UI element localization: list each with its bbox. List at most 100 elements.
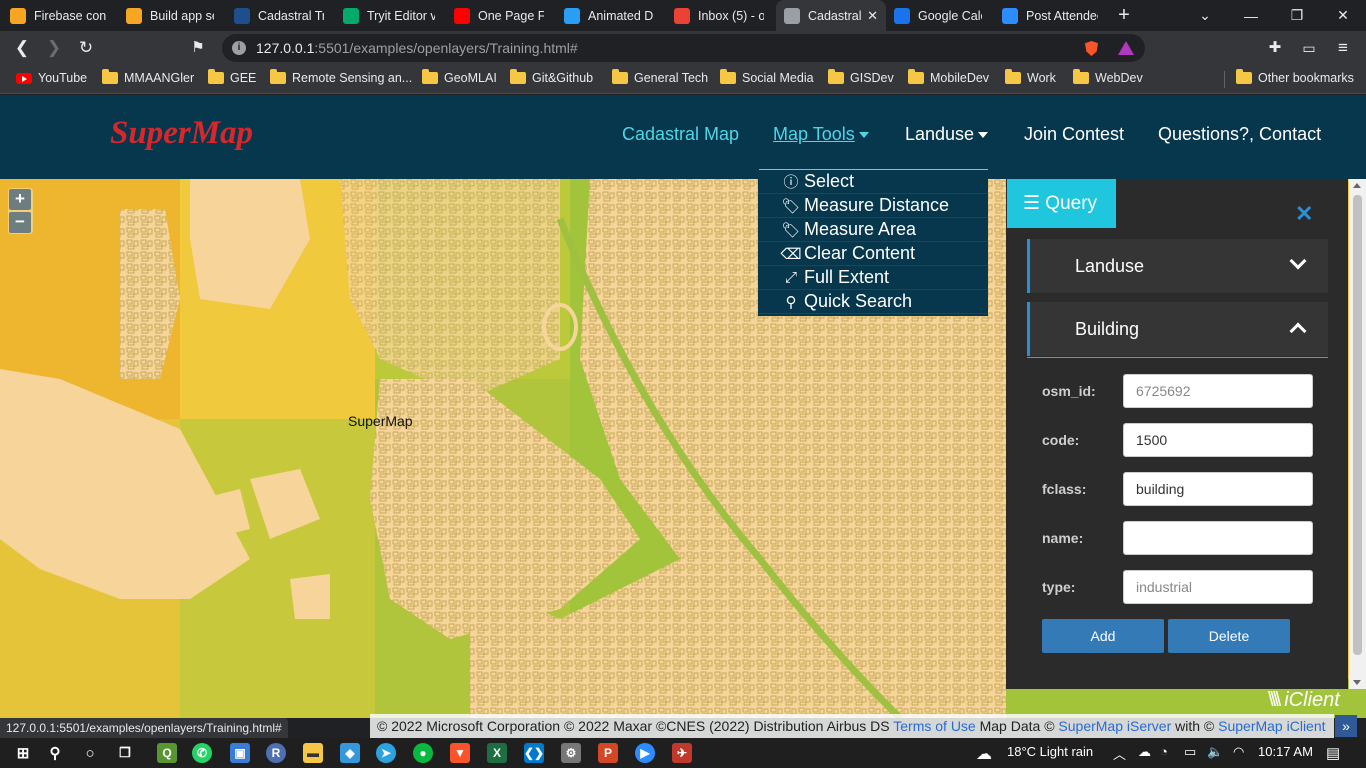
browser-tab[interactable]: One Page Full xyxy=(446,0,552,31)
bookmark-item[interactable]: Remote Sensing an... xyxy=(270,69,412,85)
qgis-icon[interactable]: Q xyxy=(157,743,177,763)
bookmark-item[interactable]: YouTube xyxy=(16,71,87,85)
network-icon[interactable]: ◔ xyxy=(1160,744,1168,759)
bookmark-item[interactable]: Git&Github xyxy=(510,69,593,85)
extensions-icon[interactable]: ✚ xyxy=(1263,36,1287,60)
chevron-down-icon[interactable]: ⌄ xyxy=(1182,0,1228,31)
browser-tab[interactable]: Animated Dro xyxy=(556,0,662,31)
weather-text[interactable]: 18°C Light rain xyxy=(1007,744,1093,759)
windows-start-icon[interactable]: ⊞ xyxy=(13,743,33,763)
type-field[interactable] xyxy=(1123,570,1313,604)
wechat-icon[interactable]: ● xyxy=(413,743,433,763)
browser-tab[interactable]: Cadastral Trai xyxy=(226,0,332,31)
browser-tab[interactable]: Build app serv xyxy=(118,0,222,31)
minimize-icon[interactable]: — xyxy=(1228,0,1274,31)
tray-up-icon[interactable]: ︿ xyxy=(1113,744,1126,763)
rstudio-icon[interactable]: R xyxy=(266,743,286,763)
bookmark-item[interactable]: WebDev xyxy=(1073,69,1143,85)
file-explorer-icon[interactable]: ▬ xyxy=(303,743,323,763)
new-tab-button[interactable]: + xyxy=(1113,4,1135,26)
code-field[interactable] xyxy=(1123,423,1313,457)
menu-icon[interactable]: ≡ xyxy=(1331,36,1355,60)
accordion-landuse[interactable]: Landuse xyxy=(1027,239,1328,293)
query-tab[interactable]: ☰ Query xyxy=(1007,179,1116,228)
browser-tab[interactable]: Cadastral ✕ xyxy=(776,0,886,31)
bookmark-item[interactable]: MMAANGler xyxy=(102,69,194,85)
brave-browser-icon[interactable]: ▼ xyxy=(450,743,470,763)
scroll-thumb[interactable] xyxy=(1353,195,1362,655)
nav-map-tools[interactable]: Map Tools xyxy=(773,124,869,145)
telegram-icon[interactable]: ➤ xyxy=(376,743,396,763)
zoom-out-button[interactable]: − xyxy=(9,212,31,233)
browser-tab[interactable]: Post Attendee xyxy=(994,0,1106,31)
zoom-in-button[interactable]: + xyxy=(9,189,31,210)
osm-id-field[interactable] xyxy=(1123,374,1313,408)
nav-landuse[interactable]: Landuse xyxy=(905,124,989,145)
forward-icon[interactable]: ❯ xyxy=(42,36,66,60)
whatsapp-icon[interactable]: ✆ xyxy=(192,743,212,763)
delete-button[interactable]: Delete xyxy=(1168,619,1290,653)
excel-icon[interactable]: X xyxy=(487,743,507,763)
nav-questions-contact[interactable]: Questions?, Contact xyxy=(1158,124,1321,145)
close-icon[interactable]: ✕ xyxy=(1295,201,1313,227)
weather-icon[interactable]: ☁ xyxy=(976,744,992,764)
zoom-app-icon[interactable]: ▶ xyxy=(635,743,655,763)
brave-shield-icon[interactable] xyxy=(1085,41,1098,56)
brave-rewards-icon[interactable] xyxy=(1118,41,1134,55)
browser-tab[interactable]: Google Calen xyxy=(886,0,990,31)
other-bookmarks[interactable]: Other bookmarks xyxy=(1236,69,1354,85)
menu-item-clear-content[interactable]: ⌫ Clear Content xyxy=(758,242,988,266)
search-icon[interactable]: ⚲ xyxy=(45,743,65,763)
browser-tab[interactable]: Inbox (5) - ok xyxy=(666,0,772,31)
name-field[interactable] xyxy=(1123,521,1313,555)
fclass-field[interactable] xyxy=(1123,472,1313,506)
site-info-icon[interactable]: i xyxy=(232,41,246,55)
app-icon[interactable]: ◆ xyxy=(340,743,360,763)
wallet-icon[interactable]: ▭ xyxy=(1297,36,1321,60)
bookmark-item[interactable]: GeoMLAI xyxy=(422,69,497,85)
browser-tab[interactable]: Tryit Editor v3 xyxy=(335,0,443,31)
address-bar[interactable]: i 127.0.0.1:5501/examples/openlayers/Tra… xyxy=(222,34,1145,62)
scroll-up-icon[interactable] xyxy=(1353,183,1361,188)
volume-icon[interactable]: 🔈 xyxy=(1207,744,1223,760)
reload-icon[interactable]: ↻ xyxy=(74,36,98,60)
cortana-icon[interactable]: ○ xyxy=(80,743,100,763)
iserver-link[interactable]: SuperMap iServer xyxy=(1058,718,1171,734)
task-view-icon[interactable]: ❐ xyxy=(115,743,135,763)
menu-item-quick-search[interactable]: ⚲ Quick Search xyxy=(758,290,988,314)
menu-item-select[interactable]: ⓘ Select xyxy=(758,170,988,194)
nav-cadastral-map[interactable]: Cadastral Map xyxy=(622,124,739,145)
close-tab-icon[interactable]: ✕ xyxy=(867,8,878,24)
notifications-icon[interactable]: ▤ xyxy=(1326,744,1340,762)
vscode-icon[interactable]: ❮❯ xyxy=(524,743,544,763)
bookmark-page-icon[interactable]: ⚑ xyxy=(186,36,210,60)
bookmark-item[interactable]: MobileDev xyxy=(908,69,989,85)
battery-icon[interactable]: ▭ xyxy=(1184,744,1196,760)
scroll-down-icon[interactable] xyxy=(1353,680,1361,685)
desktop-app-icon[interactable]: ▣ xyxy=(230,743,250,763)
restore-icon[interactable]: ❐ xyxy=(1274,0,1320,31)
app-icon-2[interactable]: ⚙ xyxy=(561,743,581,763)
bookmark-item[interactable]: Social Media xyxy=(720,69,814,85)
menu-item-measure-area[interactable]: 🏷 Measure Area xyxy=(758,218,988,242)
menu-item-measure-distance[interactable]: 🏷 Measure Distance xyxy=(758,194,988,218)
bookmark-item[interactable]: GISDev xyxy=(828,69,894,85)
add-button[interactable]: Add xyxy=(1042,619,1164,653)
iclient-link[interactable]: SuperMap iClient xyxy=(1218,718,1325,734)
bookmark-item[interactable]: Work xyxy=(1005,69,1056,85)
terms-of-use-link[interactable]: Terms of Use xyxy=(893,718,975,734)
close-window-icon[interactable]: ✕ xyxy=(1320,0,1366,31)
clock-text[interactable]: 10:17 AM xyxy=(1258,744,1313,759)
nav-join-contest[interactable]: Join Contest xyxy=(1024,124,1124,145)
onedrive-icon[interactable]: ☁ xyxy=(1138,744,1151,760)
wifi-icon[interactable]: ◠ xyxy=(1233,744,1244,760)
browser-tab[interactable]: Firebase cons xyxy=(2,0,114,31)
attribution-toggle-button[interactable]: » xyxy=(1335,715,1357,737)
powerpoint-icon[interactable]: P xyxy=(598,743,618,763)
url-text[interactable]: 127.0.0.1:5501/examples/openlayers/Train… xyxy=(256,40,578,56)
accordion-building[interactable]: Building xyxy=(1027,302,1328,356)
supermap-logo[interactable]: SuperMap xyxy=(110,115,253,152)
app-icon-3[interactable]: ✈ xyxy=(672,743,692,763)
bookmark-item[interactable]: GEE xyxy=(208,69,256,85)
panel-scrollbar[interactable] xyxy=(1349,179,1366,689)
